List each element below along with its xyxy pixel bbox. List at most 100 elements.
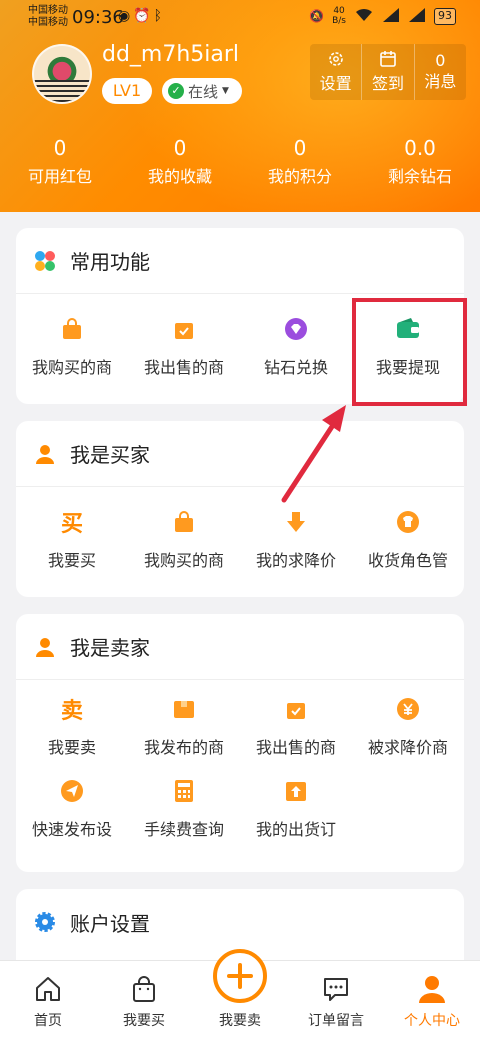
nav-profile[interactable]: 个人中心 [384,961,480,1040]
battery-icon: 93 [434,7,456,25]
stat-favorites[interactable]: 0 我的收藏 [120,134,240,192]
box-icon [171,696,197,722]
buyer-item-price-down[interactable]: 我的求降价 [240,499,352,581]
stat-label: 我的收藏 [147,167,212,186]
seller-grid: 卖 我要卖 我发布的商 我出售的商 被求降价商 快速发布设 手续费查询 我的出货… [16,680,464,850]
buyer-item-roles[interactable]: 收货角色管 [352,499,464,581]
home-icon [36,977,60,1001]
common-item-purchased[interactable]: 我购买的商 [16,306,128,388]
card-title: 我是买家 [70,443,150,467]
online-status-dropdown[interactable]: ✓ 在线 ▼ [162,78,242,104]
chat-icon [324,978,348,1001]
seller-item-sold[interactable]: 我出售的商 [240,686,352,768]
settings-button[interactable]: 设置 [310,44,361,100]
card-header: 常用功能 [16,228,464,294]
stat-diamonds[interactable]: 0.0 剩余钻石 [360,134,480,192]
item-label: 我购买的商 [143,551,224,570]
item-label: 我的出货订 [255,820,336,839]
mute-icon: 🔕 [309,9,325,23]
carrier-labels: 中国移动 中国移动 [28,5,68,29]
send-icon [59,778,85,804]
signal-icon-2 [408,7,426,26]
card-title: 我是卖家 [70,636,150,660]
nav-label: 我要买 [123,1013,165,1029]
online-status-label: 在线 [188,82,219,101]
price-down-icon [283,509,309,535]
checkin-label: 签到 [371,73,404,93]
message-count: 0 [435,51,446,70]
net-speed-unit: B/s [332,16,346,26]
person-icon [36,637,54,657]
gear-icon [35,912,55,932]
eye-icon: ◉ [118,8,134,24]
nav-home[interactable]: 首页 [0,961,96,1040]
bottom-nav: 首页 我要买 我要卖 订单留言 个人中心 [0,949,480,1040]
settings-label: 设置 [319,73,352,93]
net-speed: 40 B/s [332,6,346,26]
buy-glyph-icon: 买 [60,512,83,537]
status-bar: 中国移动 中国移动 09:36 ◉⏰ᛒ 🔕 40 B/s 93 [0,0,480,36]
carrier-2: 中国移动 [28,17,68,28]
level-badge: LV1 [102,78,152,104]
item-label: 钻石兑换 [263,358,328,377]
buyer-item-purchased[interactable]: 我购买的商 [128,499,240,581]
stat-label: 剩余钻石 [387,167,452,186]
messages-label: 消息 [424,72,457,91]
card-header: 账户设置 [16,889,464,955]
nav-buy[interactable]: 我要买 [96,961,192,1040]
check-icon: ✓ [168,83,184,99]
messages-button[interactable]: 0 消息 [413,44,466,100]
seller-item-price-requests[interactable]: 被求降价商 [352,686,464,768]
shopping-bag-icon [133,976,155,1002]
buyer-card: 我是买家 买 我要买 我购买的商 我的求降价 收货角色管 [16,421,464,597]
shopping-bag-icon [171,509,197,535]
stat-red-packets[interactable]: 0 可用红包 [0,134,120,192]
seller-item-published[interactable]: 我发布的商 [128,686,240,768]
person-icon [419,976,445,1003]
stat-points[interactable]: 0 我的积分 [240,134,360,192]
yuan-down-icon [395,696,421,722]
item-label: 收货角色管 [367,551,448,570]
seller-item-fee-query[interactable]: 手续费查询 [128,768,240,850]
plus-circle-icon [213,949,267,1003]
seller-item-shipping-orders[interactable]: 我的出货订 [240,768,352,850]
item-label: 我发布的商 [143,738,224,757]
common-item-diamond-exchange[interactable]: 钻石兑换 [240,306,352,388]
gear-icon [327,50,345,73]
item-label: 我购买的商 [31,358,112,377]
card-header: 我是买家 [16,421,464,487]
username: dd_m7h5iarl [102,42,240,67]
seller-item-sell[interactable]: 卖 我要卖 [16,686,128,768]
item-label: 手续费查询 [143,820,224,839]
calculator-icon [171,778,197,804]
item-label: 我要买 [47,551,96,570]
profile-header: 中国移动 中国移动 09:36 ◉⏰ᛒ 🔕 40 B/s 93 dd_m7h5i… [0,0,480,212]
quick-actions: 设置 签到 0 消息 [310,44,466,100]
stat-value: 0 [53,136,67,160]
stat-label: 我的积分 [267,167,332,186]
card-title: 常用功能 [70,250,150,274]
person-icon [36,444,54,464]
seller-card: 我是卖家 卖 我要卖 我发布的商 我出售的商 被求降价商 快速发布设 手续费查询… [16,614,464,872]
avatar[interactable] [32,44,92,104]
seller-item-quick-publish[interactable]: 快速发布设 [16,768,128,850]
caret-down-icon: ▼ [222,86,229,96]
stat-value: 0.0 [404,136,436,160]
nav-label: 我要卖 [219,1013,261,1029]
stat-label: 可用红包 [27,167,92,186]
carrier-1: 中国移动 [28,5,68,16]
alarm-icon: ⏰ [133,8,154,24]
card-header: 我是卖家 [16,614,464,680]
status-right: 🔕 40 B/s 93 [309,6,456,26]
stats-row: 0 可用红包 0 我的收藏 0 我的积分 0.0 剩余钻石 [0,134,480,192]
diamond-icon [283,316,309,342]
shopping-bag-icon [59,316,85,342]
signal-icon [382,7,400,26]
common-item-sold[interactable]: 我出售的商 [128,306,240,388]
card-title: 账户设置 [70,911,150,936]
buyer-item-buy[interactable]: 买 我要买 [16,499,128,581]
nav-order-messages[interactable]: 订单留言 [288,961,384,1040]
nav-sell[interactable]: 我要卖 [192,949,288,1040]
checkin-button[interactable]: 签到 [361,44,413,100]
shirt-icon [395,509,421,535]
